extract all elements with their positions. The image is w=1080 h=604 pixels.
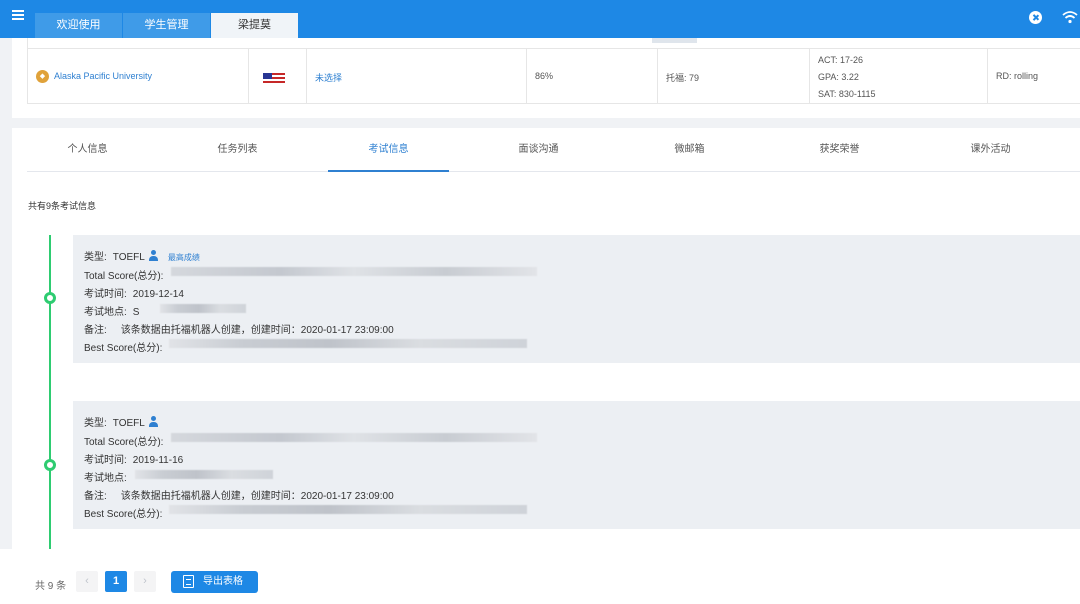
- export-table-button[interactable]: 导出表格: [171, 571, 258, 593]
- tab-personal-info[interactable]: 个人信息: [27, 128, 148, 172]
- exam-date: 2019-12-14: [132, 289, 184, 300]
- next-page-button[interactable]: ›: [134, 571, 156, 592]
- tab-mailbox[interactable]: 微邮箱: [629, 128, 750, 172]
- major-link[interactable]: 未选择: [315, 71, 342, 84]
- country-cell: [249, 48, 307, 104]
- school-name-link[interactable]: Alaska Pacific University: [54, 71, 152, 81]
- record-type-row: 类型: TOEFL: [84, 414, 158, 429]
- timeline-line: [49, 235, 51, 549]
- exam-record: 类型: TOEFL Total Score(总分): 考试时间: 2019-11-1…: [73, 401, 1080, 529]
- exam-date-row: 考试时间: 2019-12-14: [84, 289, 184, 300]
- tab-welcome[interactable]: 欢迎使用: [35, 13, 123, 38]
- record-type-row: 类型: TOEFL 最高成绩: [84, 250, 200, 263]
- school-list-card: ◆ Alaska Pacific University 未选择 86% 托福: …: [12, 38, 1080, 118]
- scores-cell: ACT: 17-26 GPA: 3.22 SAT: 830-1115: [810, 48, 988, 104]
- toefl-cell: 托福: 79: [658, 48, 810, 104]
- exam-type: TOEFL: [112, 418, 145, 429]
- top-bar: 欢迎使用 学生管理 梁提莫: [0, 0, 1080, 38]
- tab-exam-info[interactable]: 考试信息: [328, 128, 449, 172]
- close-icon[interactable]: [1029, 11, 1042, 24]
- profile-tabs: 个人信息 任务列表 考试信息 面谈沟通 微邮箱 获奖荣誉 课外活动: [27, 128, 1080, 172]
- note-row: 备注: 该条数据由托福机器人创建，创建时间：2020-01-17 23:09:00: [84, 325, 394, 336]
- timeline-dot: [44, 292, 56, 304]
- exam-date: 2019-11-16: [132, 455, 184, 466]
- best-score-row: Best Score(总分):: [84, 343, 163, 354]
- school-table: ◆ Alaska Pacific University 未选择 86% 托福: …: [27, 38, 1080, 104]
- school-name-cell: ◆ Alaska Pacific University: [28, 48, 249, 104]
- user-icon: [148, 416, 158, 427]
- exam-date-row: 考试时间: 2019-11-16: [84, 455, 184, 466]
- note-row: 备注: 该条数据由托福机器人创建，创建时间：2020-01-17 23:09:00: [84, 491, 394, 502]
- rate-cell: 86%: [527, 48, 658, 104]
- exam-location-row: 考试地点:: [84, 473, 127, 484]
- admission-rate: 86%: [535, 71, 554, 81]
- toefl-requirement: 托福: 79: [666, 73, 700, 83]
- deadline-text: RD: rolling: [996, 71, 1039, 81]
- tab-awards[interactable]: 获奖荣誉: [779, 128, 900, 172]
- pagination-bar: 共 9 条 ‹ 1 › 导出表格: [0, 549, 1080, 604]
- note-text: 该条数据由托福机器人创建，创建时间：2020-01-17 23:09:00: [120, 491, 394, 502]
- redacted-best-score: [169, 339, 527, 348]
- redacted-location: [160, 304, 246, 313]
- prev-page-button[interactable]: ‹: [76, 571, 98, 592]
- redacted-location: [135, 470, 273, 479]
- act-range: ACT: 17-26: [818, 55, 864, 65]
- total-count: 共 9 条: [35, 581, 67, 592]
- university-logo-icon: ◆: [36, 70, 49, 83]
- exam-record: 类型: TOEFL 最高成绩 Total Score(总分): 考试时间: 2019-…: [73, 235, 1080, 363]
- timeline-dot: [44, 459, 56, 471]
- tab-student-management[interactable]: 学生管理: [123, 13, 211, 38]
- gpa-value: GPA: 3.22: [818, 72, 859, 82]
- user-icon: [148, 250, 158, 261]
- total-score-row: Total Score(总分):: [84, 271, 164, 282]
- total-score-row: Total Score(总分):: [84, 437, 164, 448]
- redacted-total-score: [171, 267, 537, 276]
- wifi-icon: [1062, 11, 1078, 24]
- page-1-button[interactable]: 1: [105, 571, 127, 592]
- location-prefix: S: [132, 307, 140, 318]
- note-text: 该条数据由托福机器人创建，创建时间：2020-01-17 23:09:00: [120, 325, 394, 336]
- tab-student-profile[interactable]: 梁提莫: [211, 13, 299, 38]
- exam-count-text: 共有9条考试信息: [28, 201, 97, 211]
- major-cell: 未选择: [307, 48, 527, 104]
- best-score-row: Best Score(总分):: [84, 509, 163, 520]
- deadline-cell: RD: rolling: [988, 48, 1080, 104]
- profile-card: 个人信息 任务列表 考试信息 面谈沟通 微邮箱 获奖荣誉 课外活动 共有9条考试…: [12, 128, 1080, 549]
- redacted-best-score: [169, 505, 527, 514]
- best-score-badge[interactable]: 最高成绩: [168, 253, 200, 262]
- exam-type: TOEFL: [112, 252, 145, 263]
- spreadsheet-icon: [183, 575, 194, 588]
- sat-range: SAT: 830-1115: [818, 89, 876, 99]
- tab-task-list[interactable]: 任务列表: [177, 128, 298, 172]
- us-flag-icon: [263, 73, 285, 85]
- window-tabs: 欢迎使用 学生管理 梁提莫: [35, 13, 299, 38]
- menu-icon[interactable]: [12, 10, 24, 20]
- redacted-total-score: [171, 433, 537, 442]
- tab-activities[interactable]: 课外活动: [930, 128, 1051, 172]
- exam-location-row: 考试地点: S: [84, 307, 140, 318]
- tab-interview[interactable]: 面谈沟通: [478, 128, 599, 172]
